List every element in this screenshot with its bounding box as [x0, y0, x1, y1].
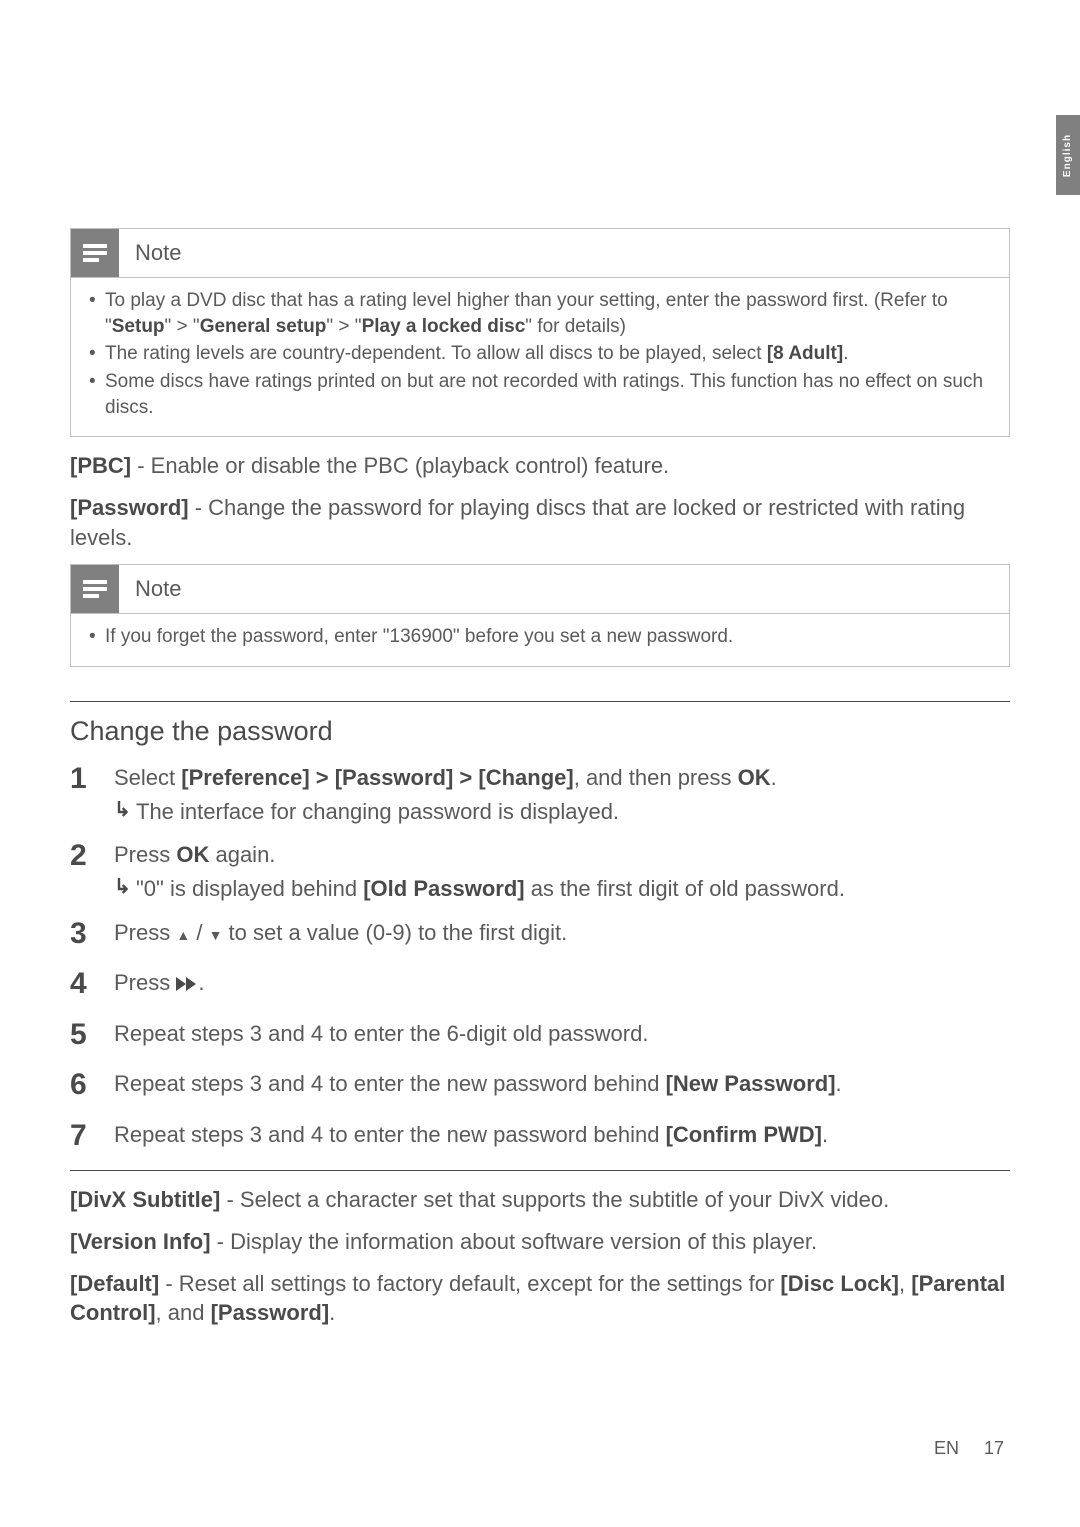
paragraph-password: [Password] - Change the password for pla…	[70, 493, 1010, 552]
note-title: Note	[135, 240, 181, 266]
paragraph-version: [Version Info] - Display the information…	[70, 1227, 1010, 1257]
step-number: 2	[70, 836, 114, 877]
paragraph-divx: [DivX Subtitle] - Select a character set…	[70, 1185, 1010, 1215]
step-number: 6	[70, 1065, 114, 1106]
step-body: Repeat steps 3 and 4 to enter the 6-digi…	[114, 1015, 1010, 1049]
paragraph-default: [Default] - Reset all settings to factor…	[70, 1269, 1010, 1328]
step-body: Press OK again. ↳ "0" is displayed behin…	[114, 836, 1010, 903]
result-arrow-icon: ↳	[114, 797, 136, 824]
page-footer: EN 17	[934, 1438, 1004, 1459]
up-triangle-icon	[176, 920, 190, 945]
note-box-2: Note If you forget the password, enter "…	[70, 564, 1010, 667]
fast-forward-icon	[176, 970, 198, 995]
step-number: 4	[70, 964, 114, 1005]
step-number: 7	[70, 1116, 114, 1157]
step-body: Press / to set a value (0-9) to the firs…	[114, 914, 1010, 948]
note-item: If you forget the password, enter "13690…	[89, 624, 991, 650]
language-label: English	[1063, 133, 1074, 176]
section-divider	[70, 1170, 1010, 1171]
note-icon	[71, 229, 119, 277]
steps-list: 1 Select [Preference] > [Password] > [Ch…	[70, 759, 1010, 1156]
section-divider	[70, 701, 1010, 702]
step-body: Press .	[114, 964, 1010, 998]
note-box-1: Note To play a DVD disc that has a ratin…	[70, 228, 1010, 437]
note-body: To play a DVD disc that has a rating lev…	[71, 278, 1009, 436]
step-number: 1	[70, 759, 114, 800]
step-6: 6 Repeat steps 3 and 4 to enter the new …	[70, 1065, 1010, 1106]
substep: ↳ The interface for changing password is…	[114, 797, 1010, 827]
section-title: Change the password	[70, 716, 1010, 747]
note-item: Some discs have ratings printed on but a…	[89, 369, 991, 420]
step-4: 4 Press .	[70, 964, 1010, 1005]
note-item: To play a DVD disc that has a rating lev…	[89, 288, 991, 339]
step-1: 1 Select [Preference] > [Password] > [Ch…	[70, 759, 1010, 826]
result-arrow-icon: ↳	[114, 874, 136, 901]
note-body: If you forget the password, enter "13690…	[71, 614, 1009, 666]
note-title: Note	[135, 576, 181, 602]
footer-page-number: 17	[984, 1438, 1004, 1458]
language-side-tab: English	[1056, 115, 1080, 195]
top-margin	[70, 70, 1010, 198]
footer-lang: EN	[934, 1438, 959, 1458]
step-body: Repeat steps 3 and 4 to enter the new pa…	[114, 1116, 1010, 1150]
note-header: Note	[71, 565, 1009, 614]
step-2: 2 Press OK again. ↳ "0" is displayed beh…	[70, 836, 1010, 903]
substep: ↳ "0" is displayed behind [Old Password]…	[114, 874, 1010, 904]
step-number: 3	[70, 914, 114, 955]
note-icon	[71, 565, 119, 613]
note-item: The rating levels are country-dependent.…	[89, 341, 991, 367]
step-number: 5	[70, 1015, 114, 1056]
step-3: 3 Press / to set a value (0-9) to the fi…	[70, 914, 1010, 955]
step-5: 5 Repeat steps 3 and 4 to enter the 6-di…	[70, 1015, 1010, 1056]
step-body: Repeat steps 3 and 4 to enter the new pa…	[114, 1065, 1010, 1099]
step-body: Select [Preference] > [Password] > [Chan…	[114, 759, 1010, 826]
paragraph-pbc: [PBC] - Enable or disable the PBC (playb…	[70, 451, 1010, 481]
down-triangle-icon	[209, 920, 223, 945]
note-header: Note	[71, 229, 1009, 278]
step-7: 7 Repeat steps 3 and 4 to enter the new …	[70, 1116, 1010, 1157]
